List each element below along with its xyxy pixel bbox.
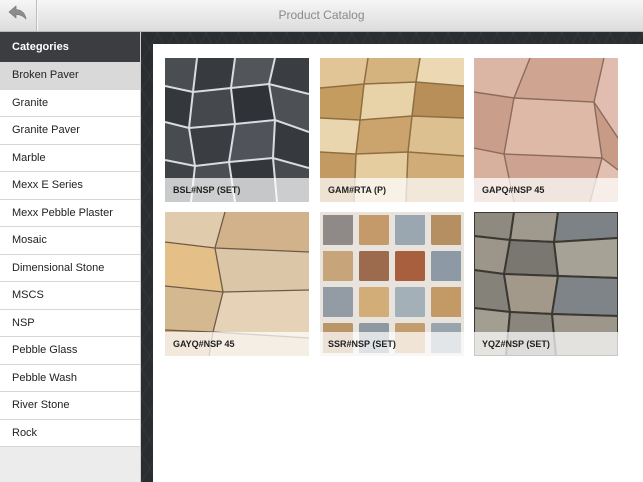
category-item-river-stone[interactable]: River Stone — [0, 392, 140, 420]
category-item-broken-paver[interactable]: Broken Paver — [0, 62, 140, 90]
product-label: BSL#NSP (SET) — [165, 178, 309, 202]
product-label: YQZ#NSP (SET) — [474, 332, 618, 356]
category-item-granite[interactable]: Granite — [0, 89, 140, 117]
category-item-mexx-e-series[interactable]: Mexx E Series — [0, 172, 140, 200]
app-window: Product Catalog Categories Broken Paver … — [0, 0, 643, 482]
product-tile-gapq[interactable]: GAPQ#NSP 45 — [474, 58, 618, 202]
category-item-mscs[interactable]: MSCS — [0, 282, 140, 310]
product-label: GAPQ#NSP 45 — [474, 178, 618, 202]
category-list: Broken Paver Granite Granite Paver Marbl… — [0, 62, 140, 447]
product-label: SSR#NSP (SET) — [320, 332, 464, 356]
product-label: GAM#RTA (P) — [320, 178, 464, 202]
product-grid-panel: BSL#NSP (SET) GAM#RTA (P) GAPQ#NSP 45 GA… — [153, 44, 643, 482]
product-tile-bsl[interactable]: BSL#NSP (SET) — [165, 58, 309, 202]
category-item-pebble-wash[interactable]: Pebble Wash — [0, 364, 140, 392]
product-tile-yqz[interactable]: YQZ#NSP (SET) — [474, 212, 618, 356]
category-item-granite-paver[interactable]: Granite Paver — [0, 117, 140, 145]
category-sidebar: Categories Broken Paver Granite Granite … — [0, 32, 141, 482]
category-item-mosaic[interactable]: Mosaic — [0, 227, 140, 255]
category-item-marble[interactable]: Marble — [0, 144, 140, 172]
category-item-dimensional-stone[interactable]: Dimensional Stone — [0, 254, 140, 282]
product-tile-ssr[interactable]: SSR#NSP (SET) — [320, 212, 464, 356]
page-title: Product Catalog — [278, 8, 365, 22]
product-tile-gam[interactable]: GAM#RTA (P) — [320, 58, 464, 202]
product-tile-gayq[interactable]: GAYQ#NSP 45 — [165, 212, 309, 356]
category-item-rock[interactable]: Rock — [0, 419, 140, 447]
navigation-bar: Product Catalog — [0, 0, 643, 32]
back-button[interactable] — [0, 0, 37, 31]
category-item-pebble-glass[interactable]: Pebble Glass — [0, 337, 140, 365]
back-arrow-icon — [8, 5, 28, 26]
category-item-nsp[interactable]: NSP — [0, 309, 140, 337]
sidebar-header: Categories — [0, 32, 140, 62]
category-item-mexx-pebble-plaster[interactable]: Mexx Pebble Plaster — [0, 199, 140, 227]
product-label: GAYQ#NSP 45 — [165, 332, 309, 356]
